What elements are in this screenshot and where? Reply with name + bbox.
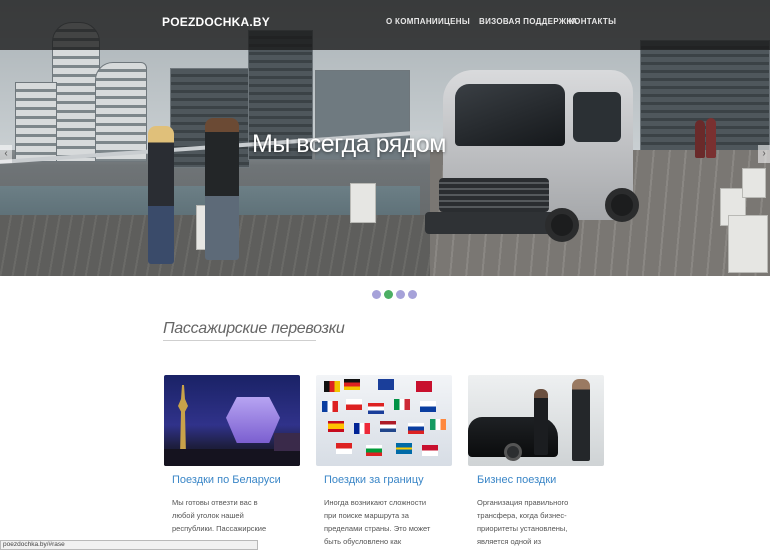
card-title-business[interactable]: Бизнес поездки <box>477 474 556 486</box>
slider-dot[interactable] <box>408 290 417 299</box>
section-title-underline <box>163 340 316 341</box>
hero-bollard <box>742 168 766 198</box>
hero-person <box>695 120 705 158</box>
card-title-abroad[interactable]: Поездки за границу <box>324 474 424 486</box>
browser-status-url: poezdochka.by/#rase <box>0 540 258 550</box>
top-navbar: POEZDOCHKA.BY О КОМПАНИИ ЦЕНЫ ВИЗОВАЯ ПО… <box>0 0 770 50</box>
slider-next-arrow-icon[interactable]: › <box>758 145 770 163</box>
page: Мы всегда рядом ‹ › POEZDOCHKA.BY О КОМП… <box>0 0 770 550</box>
slider-prev-arrow-icon[interactable]: ‹ <box>0 145 12 163</box>
nav-item-contacts[interactable]: КОНТАКТЫ <box>569 17 616 26</box>
nav-item-about[interactable]: О КОМПАНИИ <box>386 17 444 26</box>
hero-person <box>148 126 174 264</box>
hero-person <box>205 118 239 260</box>
hero-building <box>640 40 770 160</box>
slider-dot[interactable] <box>372 290 381 299</box>
card-text-abroad: Иногда возникают сложности при поиске ма… <box>324 498 431 546</box>
section-title: Пассажирские перевозки <box>163 320 345 337</box>
nav-item-prices[interactable]: ЦЕНЫ <box>444 17 470 26</box>
card-image-belarus[interactable] <box>164 375 300 466</box>
hero-building <box>95 62 147 162</box>
hero-bollard <box>350 183 376 223</box>
brand-logo[interactable]: POEZDOCHKA.BY <box>162 15 270 29</box>
nav-item-visa-support[interactable]: ВИЗОВАЯ ПОДДЕРЖКА <box>479 17 578 26</box>
card-text-business: Организация правильного трансфера, когда… <box>477 498 569 546</box>
card-image-abroad[interactable] <box>316 375 452 466</box>
hero-van <box>425 70 639 250</box>
slider-dots <box>372 290 422 300</box>
card-title-belarus[interactable]: Поездки по Беларуси <box>172 474 281 486</box>
card-image-business[interactable] <box>468 375 604 466</box>
hero-building <box>15 82 57 162</box>
hero-person <box>706 118 716 158</box>
slider-dot-active[interactable] <box>384 290 393 299</box>
hero-bollard <box>728 215 768 273</box>
slider-dot[interactable] <box>396 290 405 299</box>
hero-slogan: Мы всегда рядом <box>252 130 446 158</box>
